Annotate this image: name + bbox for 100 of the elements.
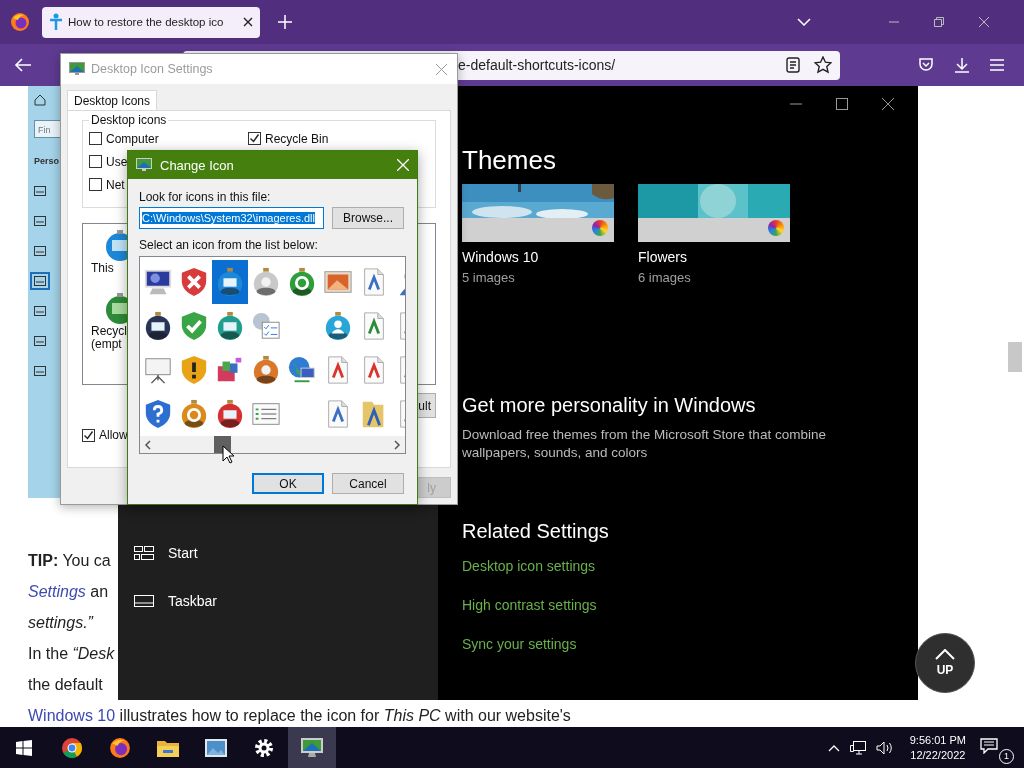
sphere-icon — [251, 267, 281, 297]
nav-item-icon[interactable] — [34, 246, 46, 256]
article-text: TIP: You ca — [28, 552, 111, 569]
article-link[interactable]: Settings — [28, 583, 86, 600]
gear-icon — [254, 737, 274, 758]
color-wheel-icon — [768, 220, 784, 236]
maximize-icon[interactable] — [836, 98, 848, 110]
restore-icon[interactable] — [934, 17, 944, 27]
firefox-logo-icon — [109, 736, 131, 759]
icon-label: Recycl — [91, 325, 127, 338]
shield-icon — [179, 355, 209, 385]
bookmark-star-icon[interactable] — [814, 56, 832, 74]
icon-label: (empt — [91, 338, 122, 351]
chevron-up-icon[interactable] — [827, 743, 840, 752]
menu-icon[interactable] — [990, 59, 1004, 71]
field-label: Select an icon from the list below: — [139, 238, 319, 252]
sphere-icon — [287, 267, 317, 297]
windows-logo-icon — [16, 739, 32, 756]
section-heading: Related Settings — [462, 519, 610, 543]
themes-heading: Themes — [462, 144, 557, 176]
checkbox[interactable] — [82, 428, 95, 442]
checkbox[interactable] — [89, 155, 102, 168]
photo-icon — [205, 738, 227, 757]
icon-option[interactable] — [212, 260, 248, 304]
monitor-icon — [143, 267, 173, 297]
volume-icon[interactable] — [875, 740, 894, 755]
browser-tab[interactable]: How to restore the desktop ico — [42, 6, 260, 38]
settings-link[interactable]: Sync your settings — [462, 636, 577, 652]
nav-item[interactable]: Taskbar — [118, 577, 438, 625]
taskbar-app-button[interactable] — [288, 727, 336, 768]
taskbar-icon — [134, 594, 154, 608]
checkbox-label: Computer — [106, 131, 159, 146]
new-tab-icon[interactable] — [278, 15, 292, 29]
clock[interactable]: 9:56:01 PM 12/22/2022 — [909, 732, 966, 763]
nav-item[interactable]: Start — [118, 529, 438, 577]
network-icon[interactable] — [849, 740, 866, 755]
globe-icon — [287, 355, 317, 385]
group-title: Desktop icons — [89, 113, 169, 127]
monitor-icon — [69, 62, 85, 76]
notification-icon[interactable] — [980, 737, 998, 754]
checkbox-label: Recycle Bin — [265, 131, 329, 146]
scroll-up-button[interactable]: UP — [915, 633, 975, 693]
ok-button[interactable]: OK — [252, 473, 324, 494]
sphere-icon — [215, 399, 245, 429]
nav-item-icon[interactable] — [34, 306, 46, 316]
sphere-icon — [143, 311, 173, 341]
close-icon[interactable] — [979, 17, 989, 27]
article-text: illustrates how to replace the icon for This PC with our website's — [118, 707, 571, 724]
sphere-icon — [251, 355, 281, 385]
description: Download free themes from the Microsoft Store that combine wallpapers, sounds, and colors — [462, 426, 827, 462]
file-path-field[interactable]: C:\Windows\System32\imageres.dll — [139, 207, 324, 229]
article-text: the default — [28, 676, 103, 693]
cancel-button[interactable]: Cancel — [332, 473, 404, 494]
monitor-icon — [136, 158, 152, 172]
nav-item-icon[interactable] — [34, 216, 46, 226]
checkbox[interactable] — [89, 132, 102, 145]
nav-item-icon[interactable] — [34, 186, 46, 196]
theme-image-count: 6 images — [638, 269, 692, 287]
window-title: Change Icon — [160, 157, 234, 173]
close-icon[interactable] — [882, 98, 894, 110]
section-heading: Get more personality in Windows — [462, 393, 757, 417]
firefox-logo-icon[interactable] — [10, 12, 30, 32]
nav-item-icon[interactable] — [34, 366, 46, 376]
color-wheel-icon — [592, 220, 608, 236]
scrollbar-thumb[interactable] — [1008, 342, 1022, 372]
browse-button[interactable]: Browse... — [332, 207, 404, 229]
scroll-left-icon[interactable] — [144, 439, 152, 450]
notification-badge: 1 — [999, 748, 1014, 764]
settings-link[interactable]: Desktop icon settings — [462, 558, 596, 574]
shield-icon — [179, 267, 209, 297]
caret-up-icon — [935, 649, 955, 660]
theme-name: Flowers — [638, 248, 688, 266]
checkbox-label: Net — [106, 177, 125, 192]
article-text: settings.” — [28, 614, 93, 631]
article-link[interactable]: Windows 10 — [28, 707, 116, 724]
home-icon[interactable] — [34, 94, 46, 106]
back-arrow-icon[interactable] — [14, 57, 32, 73]
monitor-icon — [300, 736, 324, 759]
download-icon[interactable] — [954, 57, 970, 73]
dialog-tab[interactable]: Desktop Icons — [67, 90, 158, 110]
folder-icon — [157, 738, 179, 757]
theme-preview[interactable] — [462, 184, 614, 242]
close-tab-icon[interactable] — [243, 17, 253, 27]
pocket-icon[interactable] — [918, 57, 934, 73]
sphere-icon — [215, 267, 245, 297]
article-text: an — [89, 583, 109, 600]
scroll-right-icon[interactable] — [393, 439, 401, 450]
reader-view-icon[interactable] — [786, 57, 800, 73]
theme-image-count: 5 images — [462, 269, 516, 287]
checkbox-label: Use — [106, 154, 128, 169]
sphere-icon — [215, 311, 245, 341]
chevron-down-icon[interactable] — [797, 18, 811, 26]
settings-link[interactable]: High contrast settings — [462, 597, 597, 613]
tiles-icon — [134, 546, 154, 560]
section-heading: Perso — [34, 156, 59, 166]
figure-icon — [49, 13, 63, 31]
checkbox[interactable] — [89, 178, 102, 191]
theme-name: Windows 10 — [462, 248, 540, 266]
nav-item-icon[interactable] — [34, 336, 46, 346]
checkbox[interactable] — [248, 132, 261, 145]
